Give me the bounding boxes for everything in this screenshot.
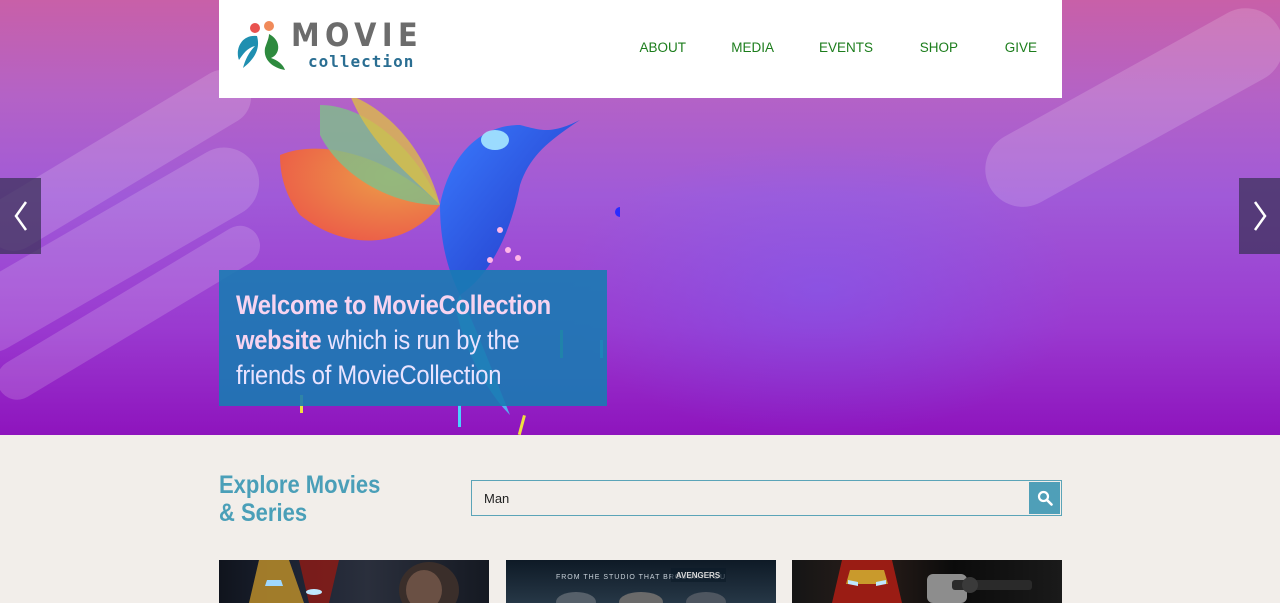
logo-title: MOVIE xyxy=(291,16,424,54)
search-input[interactable] xyxy=(472,481,1028,515)
prev-slide-button[interactable] xyxy=(0,178,41,254)
nav-item-shop[interactable]: SHOP xyxy=(920,38,958,57)
poster-image xyxy=(832,560,1032,603)
search-button[interactable] xyxy=(1029,482,1060,514)
welcome-rest-1: which is run by the xyxy=(321,325,520,355)
movie-card[interactable] xyxy=(792,560,1062,603)
search-icon xyxy=(1037,490,1053,506)
nav-item-media[interactable]: MEDIA xyxy=(731,38,774,57)
nav-item-about[interactable]: ABOUT xyxy=(639,38,686,57)
welcome-bold-2: website xyxy=(236,325,322,355)
site-header: MOVIE collection ABOUT MEDIA EVENTS SHOP… xyxy=(219,0,1062,98)
next-slide-button[interactable] xyxy=(1239,178,1280,254)
explore-heading-line1: Explore Movies xyxy=(219,471,381,499)
welcome-rest-2: friends of MovieCollection xyxy=(236,360,502,390)
search-box xyxy=(471,480,1062,516)
chevron-left-icon xyxy=(13,201,27,231)
nav-item-events[interactable]: EVENTS xyxy=(819,38,873,57)
welcome-text: Welcome to MovieCollection website which… xyxy=(236,288,606,393)
movie-card[interactable]: FROM THE STUDIO THAT BROUGHT YOU AVENGER… xyxy=(506,560,776,603)
welcome-bold-1: Welcome to MovieCollection xyxy=(236,290,551,320)
site-logo[interactable]: MOVIE collection xyxy=(235,16,418,74)
logo-subtitle: collection xyxy=(308,52,415,71)
explore-heading: Explore Movies & Series xyxy=(219,471,395,527)
svg-text:AVENGERS: AVENGERS xyxy=(676,571,721,580)
explore-heading-line2: & Series xyxy=(219,499,308,527)
logo-figures-icon xyxy=(237,21,285,70)
poster-image: AVENGERS xyxy=(556,568,726,603)
welcome-caption: Welcome to MovieCollection website which… xyxy=(219,270,607,406)
nav-item-give[interactable]: GIVE xyxy=(1005,38,1037,57)
movie-card[interactable] xyxy=(219,560,489,603)
poster-image xyxy=(249,560,459,603)
chevron-right-icon xyxy=(1253,201,1267,231)
